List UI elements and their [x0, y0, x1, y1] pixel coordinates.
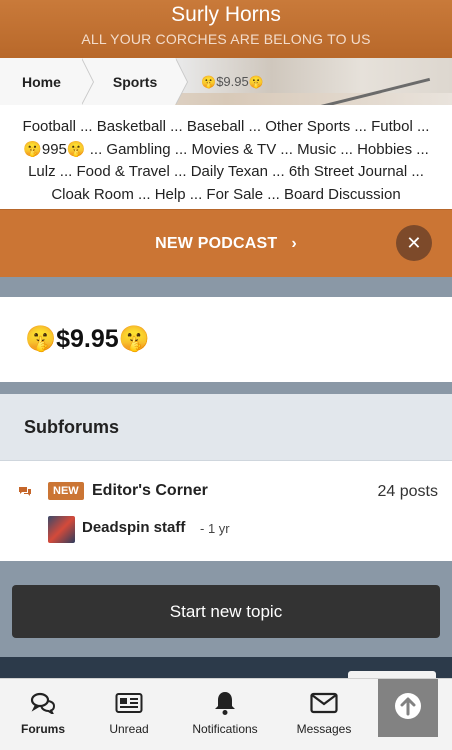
breadcrumb-sports[interactable]: Sports — [80, 58, 189, 105]
spacer — [0, 277, 452, 297]
shush-emoji-icon: 🤫 — [201, 74, 217, 89]
nav-label: Forums — [20, 722, 65, 736]
bottom-nav: Forums Unread Notifications Messages — [0, 678, 452, 750]
category-link-baseball[interactable]: Baseball — [187, 118, 245, 135]
category-separator: ... — [165, 118, 187, 135]
nav-notifications[interactable]: Notifications — [172, 679, 278, 750]
category-link-football[interactable]: Football — [23, 118, 76, 135]
unread-icon — [115, 690, 143, 716]
podcast-banner[interactable]: NEW PODCAST › ✕ — [0, 209, 452, 277]
shush-emoji-icon: 🤫 — [248, 74, 264, 89]
subforum-link-editors-corner[interactable]: Editor's Corner — [92, 482, 208, 500]
category-link-lulz[interactable]: Lulz — [28, 163, 56, 180]
chevron-right-icon: › — [291, 234, 297, 252]
category-link-futbol[interactable]: Futbol ... — [371, 118, 429, 135]
category-link-music[interactable]: Music — [297, 141, 336, 158]
category-separator: ... — [85, 140, 107, 158]
footer-strip — [0, 657, 452, 683]
nav-label: Messages — [296, 722, 352, 736]
breadcrumb-current: 🤫 $9.95 🤫 — [175, 58, 263, 105]
category-link-hobbies[interactable]: Hobbies ... — [357, 141, 429, 158]
category-link-cloak-room[interactable]: Cloak Room — [51, 186, 134, 203]
category-nav: Football ... Basketball ... Baseball ...… — [0, 105, 452, 209]
category-link-for-sale[interactable]: For Sale — [206, 186, 263, 203]
category-separator: ... — [169, 163, 191, 180]
category-link-board-discussion[interactable]: Board Discussion — [284, 186, 401, 203]
arrow-up-circle-icon — [393, 691, 423, 726]
category-separator: ... — [55, 163, 77, 180]
category-link-other-sports[interactable]: Other Sports — [265, 118, 350, 135]
category-separator: ... — [75, 118, 97, 135]
category-link-gambling[interactable]: Gambling — [106, 141, 170, 158]
category-separator: ... — [267, 163, 289, 180]
category-line-3: Lulz ... Food & Travel ... Daily Texan .… — [0, 161, 452, 184]
category-separator: ... — [185, 185, 207, 203]
site-tagline: ALL YOUR CORCHES ARE BELONG TO US — [81, 31, 371, 47]
category-separator: ... — [133, 185, 155, 203]
forums-icon — [30, 690, 56, 716]
scroll-to-top-button[interactable] — [378, 679, 438, 737]
category-line-4: Cloak Room ... Help ... For Sale ... Boa… — [0, 184, 452, 207]
site-header: Surly Horns ALL YOUR CORCHES ARE BELONG … — [0, 0, 452, 58]
bell-icon — [213, 690, 237, 716]
start-new-topic-button[interactable]: Start new topic — [12, 585, 440, 638]
site-title[interactable]: Surly Horns — [0, 2, 452, 28]
subforum-row: NEW Editor's Corner 24 posts Deadspin st… — [0, 461, 452, 561]
category-link-995[interactable]: 🤫995🤫 — [23, 141, 85, 158]
avatar[interactable] — [48, 516, 75, 543]
category-separator: ... — [244, 118, 266, 135]
nav-unread[interactable]: Unread — [86, 679, 172, 750]
page-title: 🤫$9.95🤫 — [0, 297, 452, 382]
category-link-movies-tv[interactable]: Movies & TV — [191, 141, 276, 158]
breadcrumb-home[interactable]: Home — [0, 58, 94, 105]
nav-label: Notifications — [192, 722, 258, 736]
category-link-help[interactable]: Help — [155, 186, 186, 203]
category-link-6th-street-journal[interactable]: 6th Street Journal ... — [289, 163, 424, 180]
category-separator: ... — [170, 140, 192, 158]
category-line-2: 🤫995🤫 ... Gambling ... Movies & TV ... M… — [0, 139, 452, 162]
nav-forums[interactable]: Forums — [0, 679, 86, 750]
last-post-time-value: 1 yr — [207, 521, 230, 536]
category-link-food-travel[interactable]: Food & Travel — [76, 163, 169, 180]
category-separator: ... — [336, 140, 358, 158]
breadcrumb: Home Sports 🤫 $9.95 🤫 — [0, 58, 452, 105]
close-icon[interactable]: ✕ — [396, 225, 432, 261]
post-count: 24 posts — [377, 483, 438, 500]
nav-messages[interactable]: Messages — [278, 679, 370, 750]
subforums-heading: Subforums — [0, 394, 452, 461]
category-link-basketball[interactable]: Basketball — [97, 118, 166, 135]
category-line-1: Football ... Basketball ... Baseball ...… — [0, 116, 452, 139]
spacer — [0, 382, 452, 394]
nav-label: Unread — [109, 722, 149, 736]
last-post-time: - 1 yr — [200, 521, 230, 536]
category-separator: ... — [263, 185, 284, 203]
chat-bubble-icon — [18, 486, 32, 501]
last-poster-link[interactable]: Deadspin staff — [82, 519, 185, 536]
category-separator: ... — [276, 140, 298, 158]
action-area: Start new topic — [0, 561, 452, 657]
breadcrumb-current-label: $9.95 — [216, 74, 249, 89]
envelope-icon — [310, 690, 338, 716]
time-separator: - — [200, 521, 205, 536]
new-badge: NEW — [48, 482, 84, 500]
category-link-daily-texan[interactable]: Daily Texan — [191, 163, 268, 180]
podcast-label: NEW PODCAST — [155, 234, 278, 252]
category-separator: ... — [350, 118, 372, 135]
